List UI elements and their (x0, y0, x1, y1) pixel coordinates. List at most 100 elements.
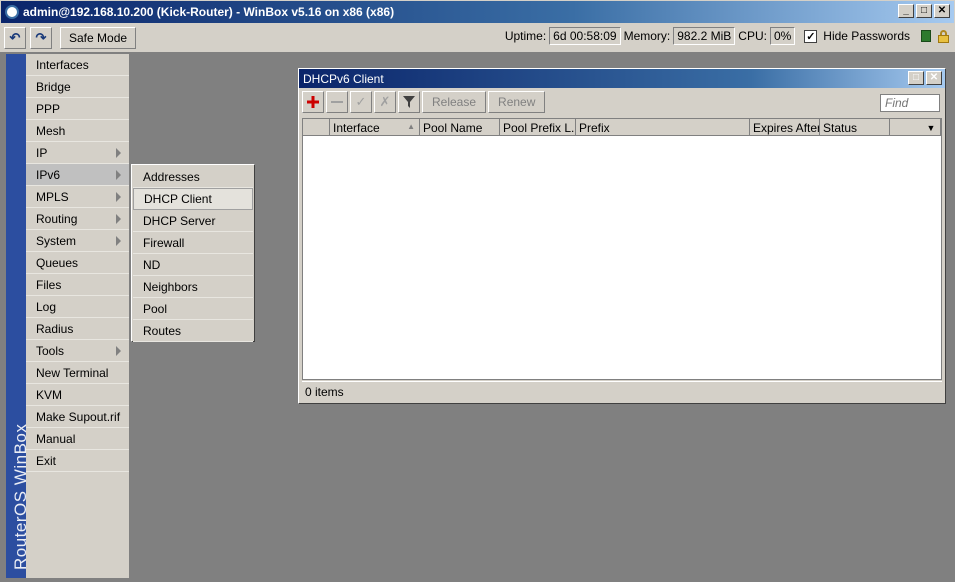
close-icon: ✕ (929, 72, 939, 83)
sidebar-item-manual[interactable]: Manual (26, 428, 129, 450)
sidebar-item-label: MPLS (36, 189, 69, 204)
minus-icon (331, 101, 343, 103)
column-header-pool-name[interactable]: Pool Name (420, 119, 500, 136)
connection-status-icon (921, 30, 931, 42)
app-title-bar[interactable]: admin@192.168.10.200 (Kick-Router) - Win… (0, 0, 955, 24)
undo-button[interactable]: ↶ (4, 27, 26, 49)
submenu-item-addresses[interactable]: Addresses (133, 166, 253, 188)
maximize-button[interactable]: □ (916, 4, 932, 18)
table-header: Interface ▲ Pool Name Pool Prefix L... Prefi… (303, 119, 941, 136)
minimize-icon: _ (903, 5, 909, 16)
redo-button[interactable]: ↷ (30, 27, 52, 49)
sidebar-item-label: New Terminal (36, 365, 109, 380)
disable-button[interactable]: ✗ (374, 91, 396, 113)
column-header-select[interactable] (303, 119, 330, 136)
submenu-arrow-icon (116, 214, 121, 224)
sort-ascending-icon: ▲ (407, 122, 415, 131)
sidebar-item-make-supout-rif[interactable]: Make Supout.rif (26, 406, 129, 428)
sidebar-item-new-terminal[interactable]: New Terminal (26, 362, 129, 384)
release-button[interactable]: Release (422, 91, 487, 113)
column-header-expires-after[interactable]: Expires After (750, 119, 820, 136)
column-header-status[interactable]: Status (820, 119, 890, 136)
sidebar-item-label: Routing (36, 211, 78, 226)
minimize-button[interactable]: _ (898, 4, 914, 18)
uptime-value: 6d 00:58:09 (549, 27, 621, 45)
submenu-item-dhcp-client[interactable]: DHCP Client (133, 188, 253, 210)
dhcpv6-client-window: DHCPv6 Client □ ✕ ✓ ✗ Release Renew Inte… (298, 68, 946, 404)
submenu-arrow-icon (116, 170, 121, 180)
add-button[interactable] (302, 91, 324, 113)
submenu-arrow-icon (116, 148, 121, 158)
sidebar-item-label: IPv6 (36, 167, 61, 182)
column-header-interface[interactable]: Interface ▲ (330, 119, 420, 136)
sidebar-item-ip[interactable]: IP (26, 142, 129, 164)
sidebar-item-ppp[interactable]: PPP (26, 98, 129, 120)
close-button[interactable]: ✕ (934, 4, 950, 18)
plus-icon (307, 96, 319, 108)
sidebar-item-interfaces[interactable]: Interfaces (26, 54, 129, 76)
sidebar-item-label: Interfaces (36, 57, 89, 72)
column-menu-dropdown-icon[interactable]: ▼ (921, 119, 941, 136)
sidebar-item-label: Queues (36, 255, 79, 270)
sidebar-item-label: Make Supout.rif (36, 409, 121, 424)
sidebar-item-exit[interactable]: Exit (26, 450, 129, 472)
window-controls: _ □ ✕ (898, 4, 950, 18)
main-toolbar: ↶ ↷ Safe Mode Uptime: 6d 00:58:09 Memory… (0, 24, 955, 52)
enable-button[interactable]: ✓ (350, 91, 372, 113)
sidebar-item-mesh[interactable]: Mesh (26, 120, 129, 142)
filter-button[interactable] (398, 91, 420, 113)
sidebar-menu: Interfaces Bridge PPP Mesh IP IPv6 MPLS Routing… (26, 54, 130, 578)
winbox-icon (5, 5, 19, 19)
renew-button[interactable]: Renew (488, 91, 546, 113)
sidebar-item-label: KVM (36, 387, 63, 402)
sidebar-item-kvm[interactable]: KVM (26, 384, 129, 406)
submenu-item-nd[interactable]: ND (133, 254, 253, 276)
sidebar-item-routing[interactable]: Routing (26, 208, 129, 230)
remove-button[interactable] (326, 91, 348, 113)
hide-passwords-label: Hide Passwords (823, 29, 910, 43)
sidebar-item-queues[interactable]: Queues (26, 252, 129, 274)
dhcp-client-table: Interface ▲ Pool Name Pool Prefix L... Prefi… (302, 118, 942, 380)
hide-passwords-checkbox[interactable]: ✓ (804, 29, 818, 43)
sidebar-item-label: Files (36, 277, 62, 292)
sidebar-item-system[interactable]: System (26, 230, 129, 252)
window-maximize-button[interactable]: □ (908, 71, 924, 85)
filter-icon (403, 96, 415, 108)
safe-mode-button[interactable]: Safe Mode (60, 27, 137, 49)
sidebar-item-mpls[interactable]: MPLS (26, 186, 129, 208)
column-header-pool-prefix-l[interactable]: Pool Prefix L... (500, 119, 576, 136)
items-count: 0 items (305, 384, 344, 399)
submenu-item-dhcp-server[interactable]: DHCP Server (133, 210, 253, 232)
submenu-item-routes[interactable]: Routes (133, 320, 253, 342)
memory-value: 982.2 MiB (673, 27, 736, 45)
sidebar-item-label: PPP (36, 101, 61, 116)
window-title-bar[interactable]: DHCPv6 Client □ ✕ (299, 69, 945, 88)
lock-icon (938, 29, 949, 43)
sidebar-item-bridge[interactable]: Bridge (26, 76, 129, 98)
memory-label: Memory: (623, 29, 671, 43)
sidebar-item-label: Tools (36, 343, 65, 358)
sidebar-item-label: System (36, 233, 77, 248)
maximize-icon: □ (920, 5, 928, 16)
undo-icon: ↶ (9, 30, 21, 45)
window-close-button[interactable]: ✕ (926, 71, 942, 85)
submenu-item-neighbors[interactable]: Neighbors (133, 276, 253, 298)
status-area: Uptime: 6d 00:58:09 Memory: 982.2 MiB CP… (505, 27, 949, 45)
sidebar-item-radius[interactable]: Radius (26, 318, 129, 340)
sidebar-item-tools[interactable]: Tools (26, 340, 129, 362)
window-title: DHCPv6 Client (303, 71, 384, 86)
submenu-item-pool[interactable]: Pool (133, 298, 253, 320)
ipv6-submenu: Addresses DHCP Client DHCP Server Firewall N… (131, 164, 255, 342)
sidebar-item-ipv6[interactable]: IPv6 (26, 164, 129, 186)
submenu-arrow-icon (116, 236, 121, 246)
sidebar-item-files[interactable]: Files (26, 274, 129, 296)
sidebar-item-label: Exit (36, 453, 57, 468)
submenu-item-firewall[interactable]: Firewall (133, 232, 253, 254)
sidebar-item-log[interactable]: Log (26, 296, 129, 318)
cpu-label: CPU: (738, 29, 767, 43)
submenu-arrow-icon (116, 346, 121, 356)
sidebar-item-label: Log (36, 299, 57, 314)
column-header-prefix[interactable]: Prefix (576, 119, 750, 136)
find-input[interactable] (880, 94, 940, 112)
sidebar-item-label: Bridge (36, 79, 71, 94)
